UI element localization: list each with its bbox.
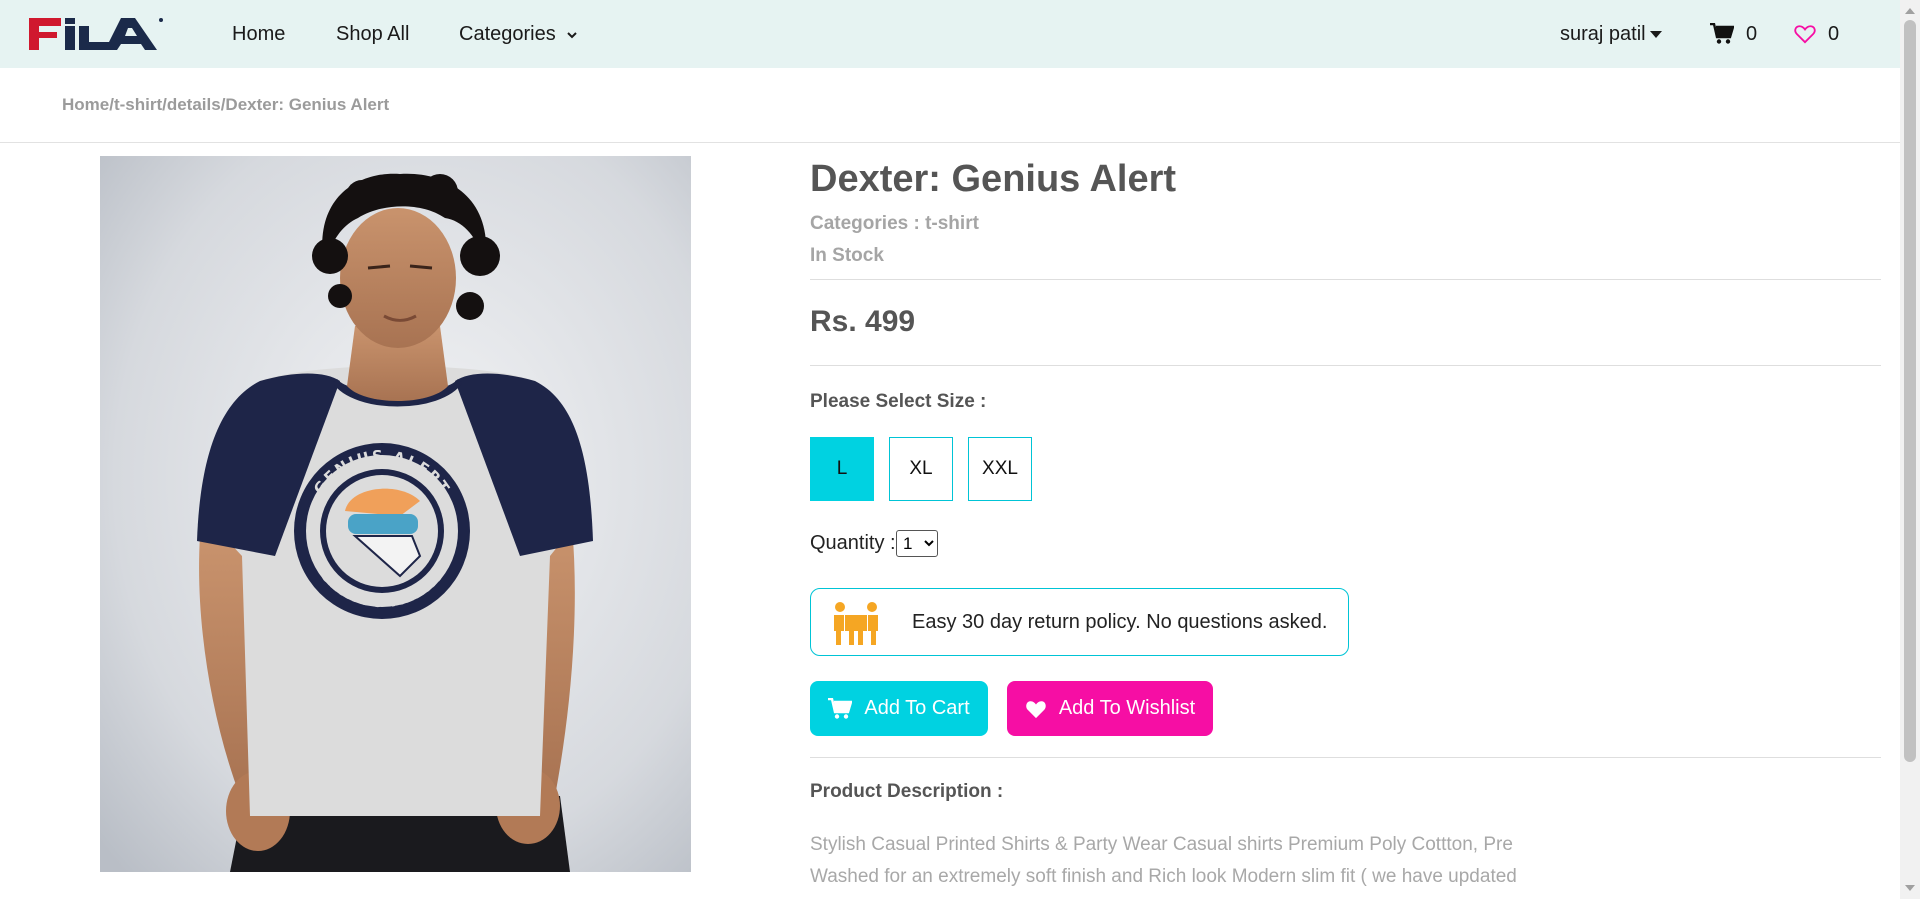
divider (810, 279, 1881, 280)
return-policy-box: Easy 30 day return policy. No questions … (810, 588, 1349, 656)
user-menu[interactable]: suraj patil (1560, 22, 1662, 46)
user-name: suraj patil (1560, 23, 1646, 45)
nav-categories[interactable]: Categories (459, 22, 577, 46)
cart-icon (828, 697, 853, 719)
nav-shop-all[interactable]: Shop All (336, 22, 409, 46)
divider (810, 365, 1881, 366)
wishlist-count: 0 (1828, 23, 1840, 45)
scroll-up-arrow-icon[interactable] (1905, 8, 1915, 14)
product-price: Rs. 499 (810, 305, 916, 338)
product-description: Stylish Casual Printed Shirts & Party We… (810, 834, 1517, 887)
quantity-select[interactable]: 1 (896, 530, 938, 557)
size-option-xxl[interactable]: XXL (968, 437, 1032, 501)
nav-categories-label: Categories (459, 23, 556, 45)
size-option-l[interactable]: L (810, 437, 874, 501)
chevron-down-icon (567, 32, 577, 39)
nav-home[interactable]: Home (232, 22, 285, 46)
quantity-label: Quantity : (810, 532, 896, 554)
stock-status: In Stock (810, 245, 884, 266)
heart-icon (1026, 700, 1046, 718)
divider (0, 142, 1900, 143)
cart-count: 0 (1746, 23, 1758, 45)
scroll-thumb[interactable] (1904, 20, 1916, 762)
add-to-cart-button[interactable]: Add To Cart (810, 681, 988, 736)
add-to-cart-label: Add To Cart (864, 697, 970, 719)
product-image: GENIUS ALERT GENIUS ALERT (100, 156, 691, 872)
add-to-wishlist-button[interactable]: Add To Wishlist (1007, 681, 1213, 736)
add-to-wishlist-label: Add To Wishlist (1058, 697, 1196, 719)
top-navbar: Home Shop All Categories suraj patil 0 0 (0, 0, 1900, 68)
cart-link[interactable]: 0 (1710, 22, 1757, 46)
divider (810, 757, 1881, 758)
return-policy-text: Easy 30 day return policy. No questions … (912, 611, 1328, 633)
caret-down-icon (1649, 31, 1662, 39)
product-title: Dexter: Genius Alert (810, 158, 1177, 200)
scroll-down-arrow-icon[interactable] (1905, 885, 1915, 891)
fila-logo[interactable] (25, 14, 165, 54)
size-option-xl[interactable]: XL (889, 437, 953, 501)
page-scrollbar[interactable] (1900, 0, 1920, 899)
heart-outline-icon (1794, 25, 1816, 44)
wishlist-link[interactable]: 0 (1794, 22, 1839, 46)
movers-box-icon (834, 602, 878, 645)
size-label: Please Select Size : (810, 391, 987, 412)
product-category: Categories : t-shirt (810, 213, 979, 234)
cart-icon (1710, 23, 1734, 44)
description-label: Product Description : (810, 781, 1004, 802)
breadcrumb[interactable]: Home/t-shirt/details/Dexter: Genius Aler… (62, 95, 389, 115)
